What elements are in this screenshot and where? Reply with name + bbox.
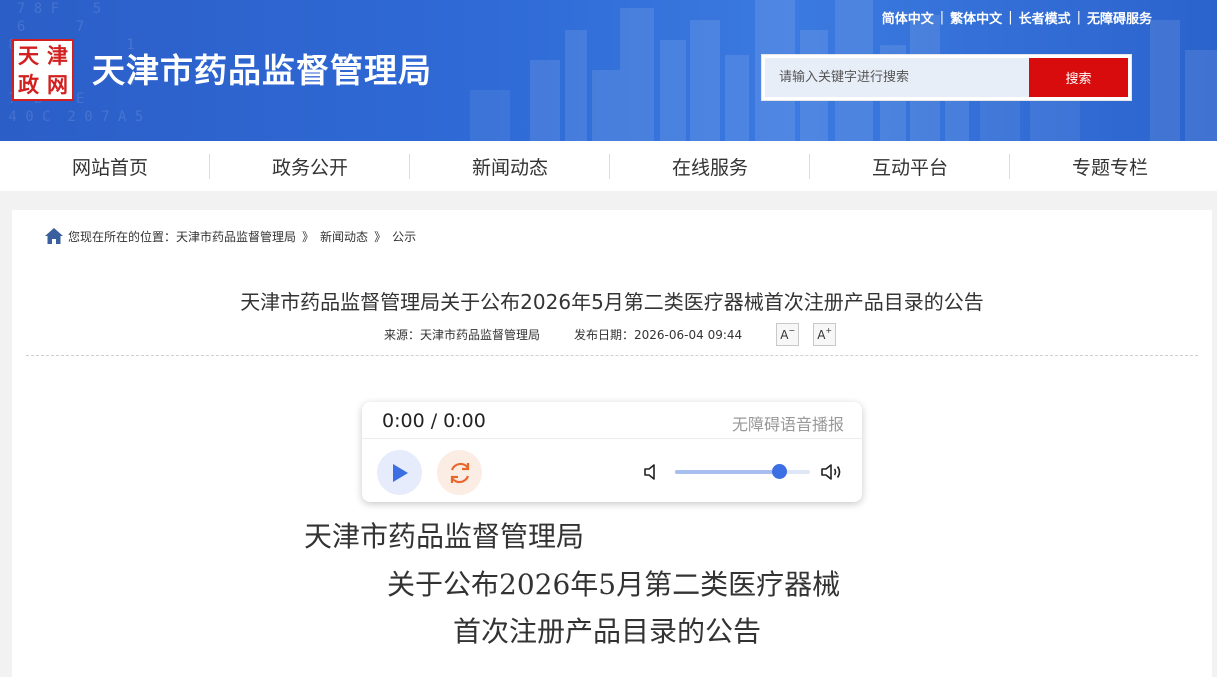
divider [26,355,1198,356]
nav-item-interaction[interactable]: 互动平台 [810,141,1010,191]
logo-char: 津 [47,43,68,68]
player-label: 无障碍语音播报 [731,415,844,434]
breadcrumb-separator: 》 [302,229,315,244]
font-decrease-button[interactable]: A − [776,323,800,346]
nav-item-news[interactable]: 新闻动态 [410,141,610,191]
player-time: 0:00 / 0:00 [382,410,486,432]
separator: | [939,10,945,25]
document-title-line: 天津市药品监督管理局 [304,520,585,553]
article-date: 发布日期：2026-06-04 09:44 [574,328,743,342]
document-title-line: 关于公布2026年5月第二类医疗器械 [387,568,841,601]
logo-char: 天 [18,43,39,68]
repeat-button[interactable] [437,450,482,495]
volume-knob[interactable] [771,464,787,479]
site-title[interactable]: 天津市药品监督管理局 [92,44,432,92]
volume-high-icon[interactable] [820,462,844,482]
site-logo[interactable]: 天 津 政 网 [12,39,74,101]
separator: | [1008,10,1013,25]
breadcrumb-item-home[interactable]: 天津市药品监督管理局 [176,228,296,245]
link-elder-mode[interactable]: 长者模式 [1019,8,1071,27]
search-button[interactable]: 搜索 [1029,58,1128,97]
article-container: 您现在所在的位置： 天津市药品监督管理局 》 新闻动态 》 公示 天津市药品监督… [12,210,1212,677]
minus-icon: − [788,326,796,335]
search-box: 搜索 [761,54,1132,101]
home-icon [45,228,63,244]
site-header: 7 8 F 5 6 7 8 1 C A 2 4 7 B E 4 0 C 2 0 … [0,0,1217,141]
link-simplified-chinese[interactable]: 简体中文 [882,8,934,27]
nav-item-online-services[interactable]: 在线服务 [610,141,810,191]
article-title: 天津市药品监督管理局关于公布2026年5月第二类医疗器械首次注册产品目录的公告 [240,290,984,314]
breadcrumb-item-notice[interactable]: 公示 [392,228,416,245]
volume-slider[interactable] [675,464,810,479]
nav-item-special-topics[interactable]: 专题专栏 [1010,141,1210,191]
repeat-icon [450,462,469,483]
logo-char: 政 [18,72,39,97]
main-nav: 网站首页 政务公开 新闻动态 在线服务 互动平台 专题专栏 [0,141,1217,191]
font-increase-label: A [817,327,826,342]
breadcrumb-separator: 》 [374,229,387,244]
search-input[interactable] [765,58,1029,97]
font-decrease-label: A [780,327,789,342]
article-source: 来源：天津市药品监督管理局 [384,328,541,342]
article-meta: 来源：天津市药品监督管理局 发布日期：2026-06-04 09:44 A − A… [384,323,837,346]
link-accessibility[interactable]: 无障碍服务 [1087,8,1152,27]
logo-char: 网 [47,72,68,97]
breadcrumb-prefix: 您现在所在的位置： [68,229,177,244]
top-links: 简体中文 | 繁体中文 | 长者模式 | 无障碍服务 [882,8,1152,27]
volume-fill [675,470,779,474]
audio-player: 0:00 / 0:00 无障碍语音播报 [362,402,862,502]
volume-low-icon[interactable] [643,463,659,481]
document-title-line: 首次注册产品目录的公告 [453,615,762,648]
play-button[interactable] [377,450,422,495]
plus-icon: + [825,326,833,335]
font-increase-button[interactable]: A + [813,323,837,346]
nav-item-home[interactable]: 网站首页 [10,141,210,191]
breadcrumb: 您现在所在的位置： 天津市药品监督管理局 》 新闻动态 》 公示 [44,227,416,245]
separator: | [1076,10,1081,25]
nav-item-government-affairs[interactable]: 政务公开 [210,141,410,191]
player-divider [362,438,862,439]
play-icon [392,463,408,482]
link-traditional-chinese[interactable]: 繁体中文 [950,8,1002,27]
breadcrumb-item-news[interactable]: 新闻动态 [320,228,368,245]
